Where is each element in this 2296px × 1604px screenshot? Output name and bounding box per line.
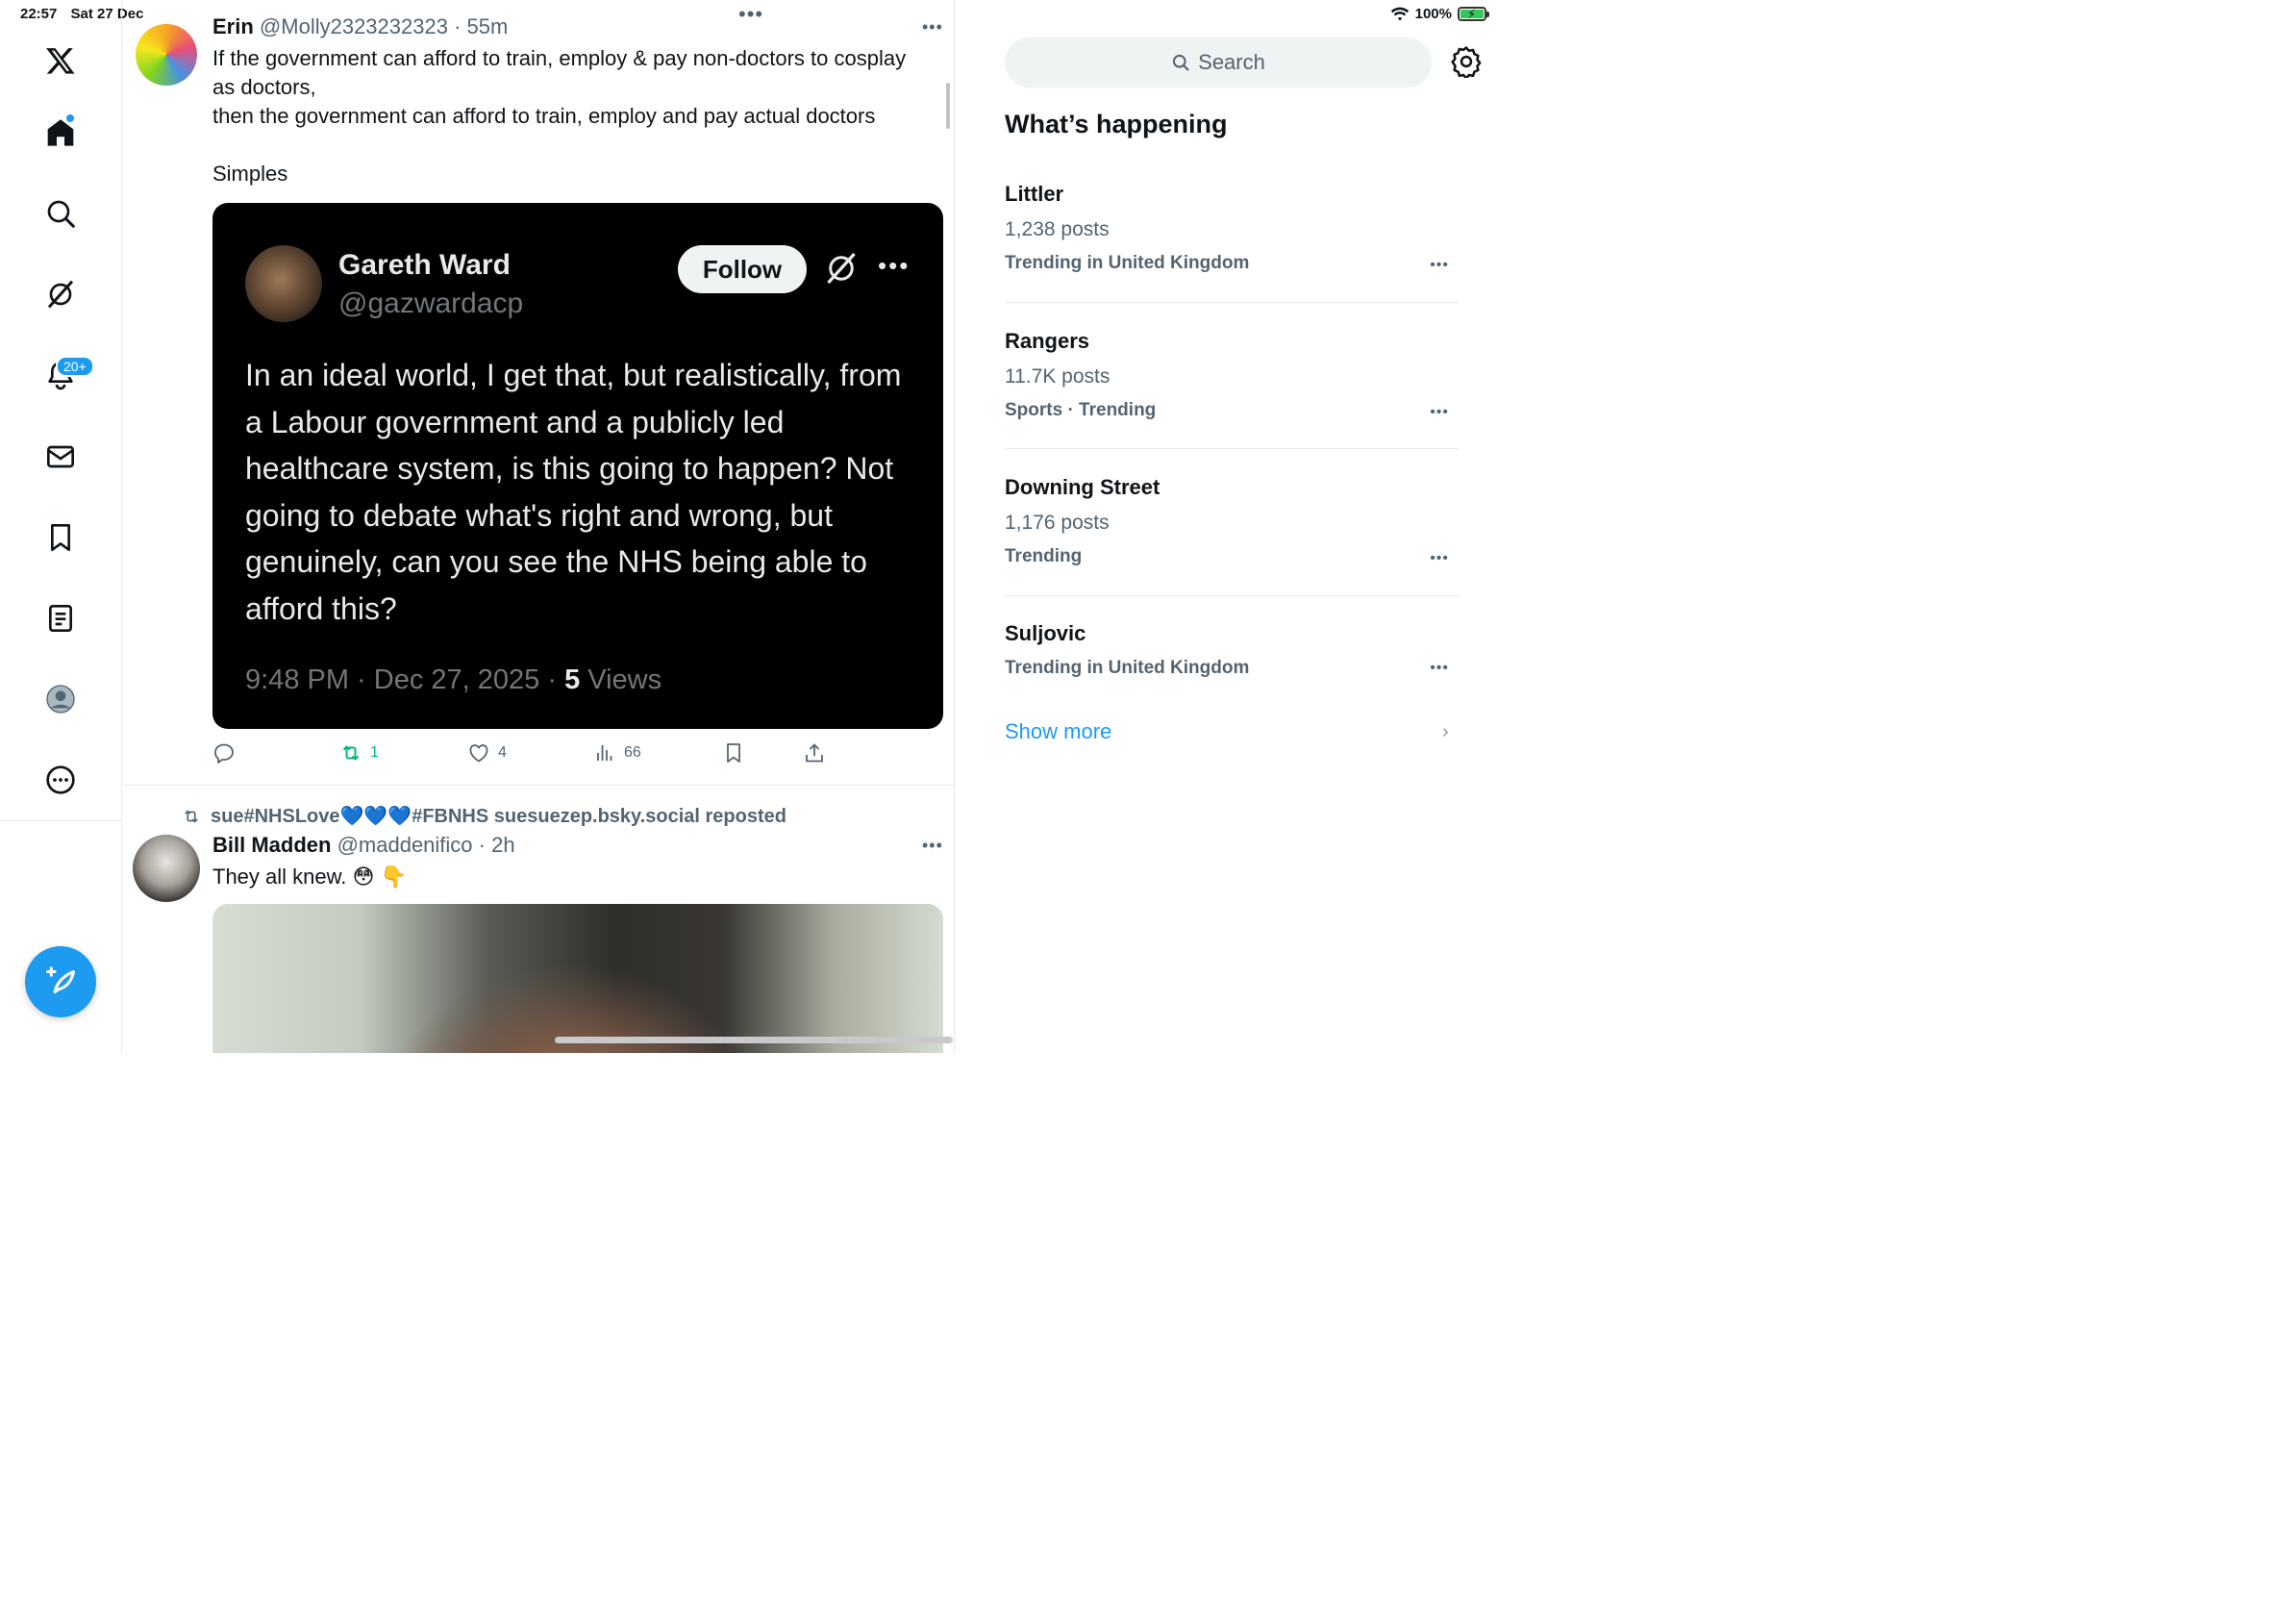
trend-item[interactable]: Littler 1,238 posts Trending in United K… [1005,182,1459,274]
wifi-icon [1390,7,1409,20]
quoted-tweet-text: In an ideal world, I get that, but reali… [245,358,902,626]
trend-context: Trending in United Kingdom [1005,253,1250,273]
search-icon[interactable] [38,191,83,236]
tweet-actions: 1 4 66 [212,741,847,768]
notification-badge: 20+ [56,356,94,377]
author-handle[interactable]: @Molly2323232323 [260,14,448,38]
x-logo-icon[interactable] [38,38,83,83]
home-icon[interactable] [38,111,83,155]
bookmark-button[interactable] [722,741,745,764]
battery-icon: ⚡ [1458,7,1489,21]
author-name[interactable]: Erin [212,14,254,38]
trend-name: Littler [1005,182,1064,206]
more-icon[interactable]: ••• [1430,660,1449,677]
avatar[interactable] [136,24,197,86]
video-media[interactable] [212,904,943,1053]
gear-icon[interactable] [1450,45,1483,78]
more-icon[interactable]: ••• [1430,404,1449,421]
quoted-tweet-meta: 9:48 PM · Dec 27, 2025 · 5 Views [245,664,662,695]
repost-count: 1 [370,744,379,761]
trend-divider [1005,302,1459,303]
quoted-date: Dec 27, 2025 [373,664,540,695]
tweet-time[interactable]: 2h [491,833,514,857]
section-title: What’s happening [1005,110,1228,138]
views-count: 66 [624,744,641,761]
left-nav: 20+ [0,0,122,1053]
more-icon[interactable]: ••• [1430,550,1449,567]
like-button[interactable]: 4 [467,741,507,764]
trend-item[interactable]: Downing Street 1,176 posts Trending ••• [1005,475,1459,567]
mail-icon[interactable] [38,435,83,479]
quoted-tweet-image[interactable]: Gareth Ward @gazwardacp Follow ••• In an… [212,203,943,729]
grok-icon [827,252,856,285]
search-icon [1173,54,1189,71]
quoted-views-label: Views [587,664,662,695]
like-count: 4 [498,744,507,761]
author-name[interactable]: Bill Madden [212,833,331,857]
trend-name: Suljovic [1005,621,1086,645]
compose-button[interactable] [25,946,96,1017]
quoted-time: 9:48 PM [245,664,349,695]
compose-feather-icon [46,966,75,993]
trend-context: Sports · Trending [1005,400,1157,420]
home-indicator[interactable] [555,1037,953,1043]
tweet-divider [122,785,954,786]
status-bar-right: 100% ⚡ [1390,6,1489,22]
show-more-link[interactable]: Show more [1005,719,1111,744]
quoted-author-handle: @gazwardacp [338,288,524,319]
heart-icon [469,744,488,763]
trend-posts: 1,238 posts [1005,218,1110,240]
trend-name: Rangers [1005,329,1090,353]
reposted-by-text: sue#NHSLove💙💙💙#FBNHS suesuezep.bsky.soci… [211,806,786,827]
trend-item[interactable]: Suljovic Trending in United Kingdom ••• [1005,621,1459,679]
trend-name: Downing Street [1005,475,1160,499]
trend-context: Trending in United Kingdom [1005,658,1250,678]
repost-button[interactable]: 1 [339,741,379,764]
avatar [245,245,322,322]
unread-dot [66,114,74,122]
battery-percent: 100% [1414,6,1452,22]
more-icon[interactable]: ••• [922,836,943,856]
tweet-text: They all knew. 😳 👇 [212,865,407,889]
author-handle[interactable]: @maddenifico [337,833,473,857]
more-icon[interactable]: ••• [1430,257,1449,274]
reply-icon [214,743,234,764]
search-input[interactable]: Search [1005,38,1432,88]
trend-posts: 11.7K posts [1005,365,1111,388]
grok-icon[interactable] [38,272,83,316]
tweet-text: If the government can afford to train, e… [212,46,907,186]
quoted-views-count: 5 [564,664,581,695]
more-icon[interactable]: ••• [922,17,943,38]
profile-icon[interactable] [38,677,83,721]
nav-divider [0,820,122,821]
repost-icon [185,809,198,823]
trend-divider [1005,448,1459,449]
views-chart-icon [597,745,612,761]
more-icon: ••• [878,251,911,280]
bookmark-icon [727,743,740,763]
trend-posts: 1,176 posts [1005,512,1110,534]
follow-button: Follow [678,245,807,293]
tweet-time[interactable]: 55m [467,14,509,38]
scrollbar[interactable] [946,83,950,129]
list-icon[interactable] [38,596,83,640]
trend-item[interactable]: Rangers 11.7K posts Sports · Trending ••… [1005,329,1459,421]
avatar[interactable] [133,835,200,902]
tweet-header: Bill Madden @maddenifico · 2h [212,833,515,857]
repost-icon [342,745,360,761]
bookmark-icon[interactable] [38,515,83,560]
search-placeholder: Search [1198,50,1265,74]
more-circle-icon[interactable] [38,758,83,802]
chevron-right-icon[interactable]: › [1442,721,1449,743]
share-button[interactable] [803,741,826,764]
trend-context: Trending [1005,546,1083,566]
timeline-feed[interactable]: Erin @Molly2323232323 · 55m ••• If the g… [122,0,955,1053]
views-button[interactable]: 66 [593,741,641,764]
tweet-header: Erin @Molly2323232323 · 55m [212,14,509,38]
share-icon [806,743,823,763]
reposted-by-line[interactable]: sue#NHSLove💙💙💙#FBNHS suesuezep.bsky.soci… [182,804,786,828]
quoted-author-name: Gareth Ward [338,249,511,281]
trend-divider [1005,595,1459,596]
reply-button[interactable] [212,741,236,764]
